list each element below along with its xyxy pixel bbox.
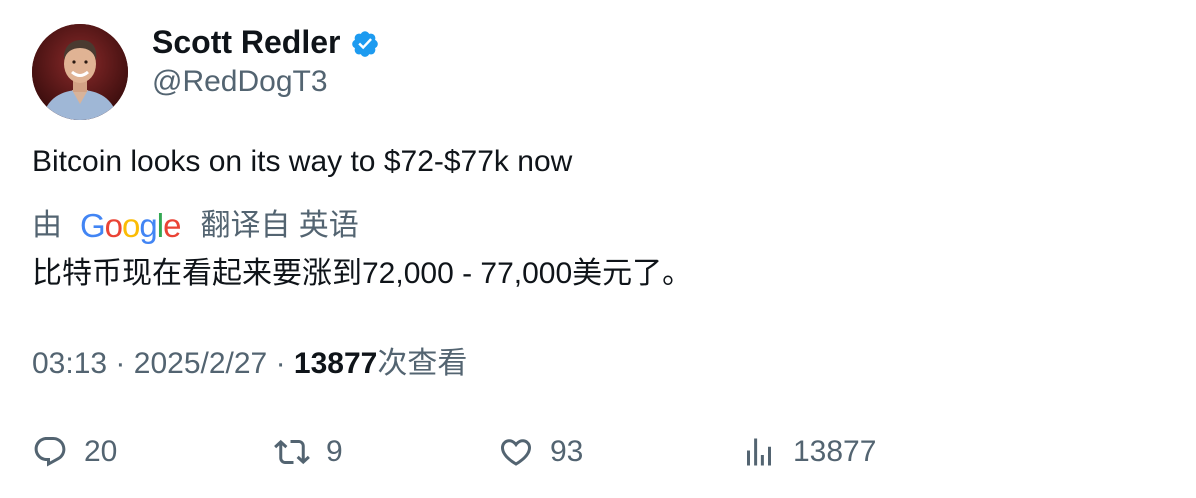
retweet-count: 9: [326, 435, 343, 468]
reply-button[interactable]: 20: [32, 430, 117, 474]
heart-icon: [500, 439, 532, 466]
meta-separator: ·: [115, 347, 126, 380]
retweet-button[interactable]: 9: [274, 430, 343, 474]
tweet-time[interactable]: 03:13: [32, 347, 107, 380]
tweet-text: Bitcoin looks on its way to $72-$77k now: [32, 145, 573, 178]
views-label: 次查看: [377, 347, 468, 380]
like-count: 93: [550, 435, 584, 468]
translation-prefix: 由: [32, 209, 62, 242]
reply-icon: [34, 437, 66, 467]
views-count: 13877: [293, 347, 378, 380]
author-handle[interactable]: @RedDogT3: [152, 62, 328, 102]
tweet-meta: 03:13 · 2025/2/27 · 13877次查看: [32, 344, 467, 384]
like-button[interactable]: 93: [498, 430, 583, 474]
google-logo: Google: [80, 207, 181, 244]
author-display-name[interactable]: Scott Redler: [152, 22, 340, 62]
translation-attribution[interactable]: 由 Google 翻译自 英语: [32, 206, 359, 246]
avatar[interactable]: [32, 24, 128, 120]
translated-text: 比特币现在看起来要涨到72,000 - 77,000美元了。: [32, 257, 693, 290]
views-action-count: 13877: [793, 435, 877, 468]
analytics-icon: [747, 438, 771, 466]
meta-separator: ·: [275, 347, 286, 380]
author-name-row: Scott Redler: [152, 22, 380, 62]
retweet-icon: [274, 439, 310, 465]
action-bar: 20 9 93 13877: [0, 430, 1196, 474]
verified-badge-icon[interactable]: [350, 29, 380, 59]
tweet-date[interactable]: 2025/2/27: [134, 347, 267, 380]
views-button[interactable]: 13877: [741, 430, 876, 474]
translation-source-label: 翻译自 英语: [200, 209, 359, 242]
reply-count: 20: [84, 435, 118, 468]
